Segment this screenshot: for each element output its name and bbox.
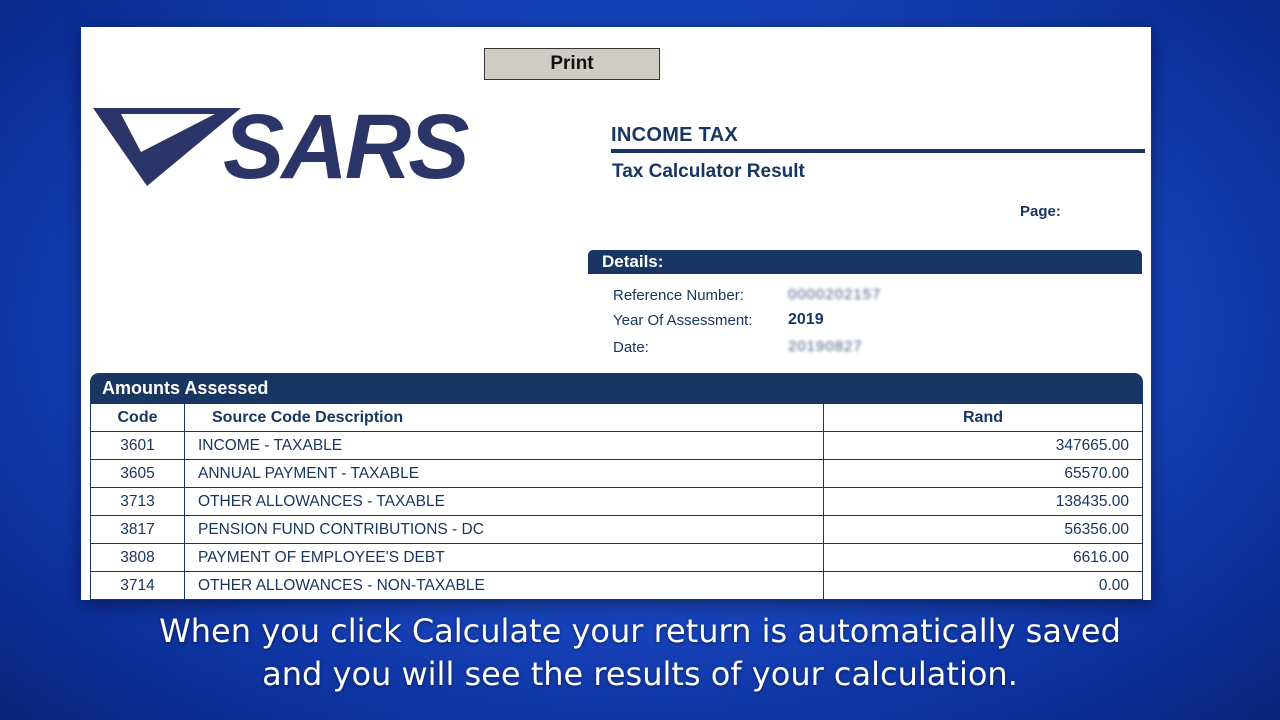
row-description: INCOME - TAXABLE [184,431,824,460]
row-rand: 6616.00 [823,543,1143,572]
details-heading: Details: [588,250,1142,274]
column-header-rand: Rand [823,403,1143,432]
table-row: 3714 OTHER ALLOWANCES - NON-TAXABLE 0.00 [90,571,1143,600]
amounts-assessed-table: Code Source Code Description Rand 3601 I… [90,403,1143,600]
caption-line-1: When you click Calculate your return is … [159,612,1121,650]
document-title: INCOME TAX [611,124,739,146]
year-of-assessment-value: 2019 [788,311,824,328]
row-description: OTHER ALLOWANCES - TAXABLE [184,487,824,516]
table-row: 3817 PENSION FUND CONTRIBUTIONS - DC 563… [90,515,1143,544]
row-rand: 65570.00 [823,459,1143,488]
row-code: 3601 [90,431,185,460]
row-description: OTHER ALLOWANCES - NON-TAXABLE [184,571,824,600]
document-subtitle: Tax Calculator Result [612,161,805,182]
table-row: 3605 ANNUAL PAYMENT - TAXABLE 65570.00 [90,459,1143,488]
row-rand: 347665.00 [823,431,1143,460]
row-code: 3605 [90,459,185,488]
row-description: PAYMENT OF EMPLOYEE'S DEBT [184,543,824,572]
tax-calculator-result-document: Print SARS INCOME TAX Tax Calculator Res… [81,27,1151,600]
svg-text:SARS: SARS [223,102,469,188]
video-caption: When you click Calculate your return is … [0,610,1280,696]
column-header-code: Code [90,403,185,432]
reference-number-label: Reference Number: [613,287,744,304]
table-row: 3601 INCOME - TAXABLE 347665.00 [90,431,1143,460]
print-button[interactable]: Print [484,48,660,80]
sars-logo: SARS [91,102,477,188]
date-value: 20190827 [788,338,863,355]
row-description: PENSION FUND CONTRIBUTIONS - DC [184,515,824,544]
row-code: 3808 [90,543,185,572]
row-rand: 56356.00 [823,515,1143,544]
date-label: Date: [613,339,649,356]
row-description: ANNUAL PAYMENT - TAXABLE [184,459,824,488]
page-label: Page: [1020,203,1061,220]
row-rand: 0.00 [823,571,1143,600]
row-code: 3713 [90,487,185,516]
table-row: 3808 PAYMENT OF EMPLOYEE'S DEBT 6616.00 [90,543,1143,572]
row-rand: 138435.00 [823,487,1143,516]
table-header-row: Code Source Code Description Rand [90,403,1143,432]
year-of-assessment-label: Year Of Assessment: [613,312,753,329]
reference-number-value: 0000202157 [788,286,882,303]
column-header-description: Source Code Description [184,403,824,432]
caption-line-2: and you will see the results of your cal… [262,655,1018,693]
table-row: 3713 OTHER ALLOWANCES - TAXABLE 138435.0… [90,487,1143,516]
title-divider [611,149,1145,153]
row-code: 3817 [90,515,185,544]
amounts-assessed-heading: Amounts Assessed [90,373,1143,403]
row-code: 3714 [90,571,185,600]
